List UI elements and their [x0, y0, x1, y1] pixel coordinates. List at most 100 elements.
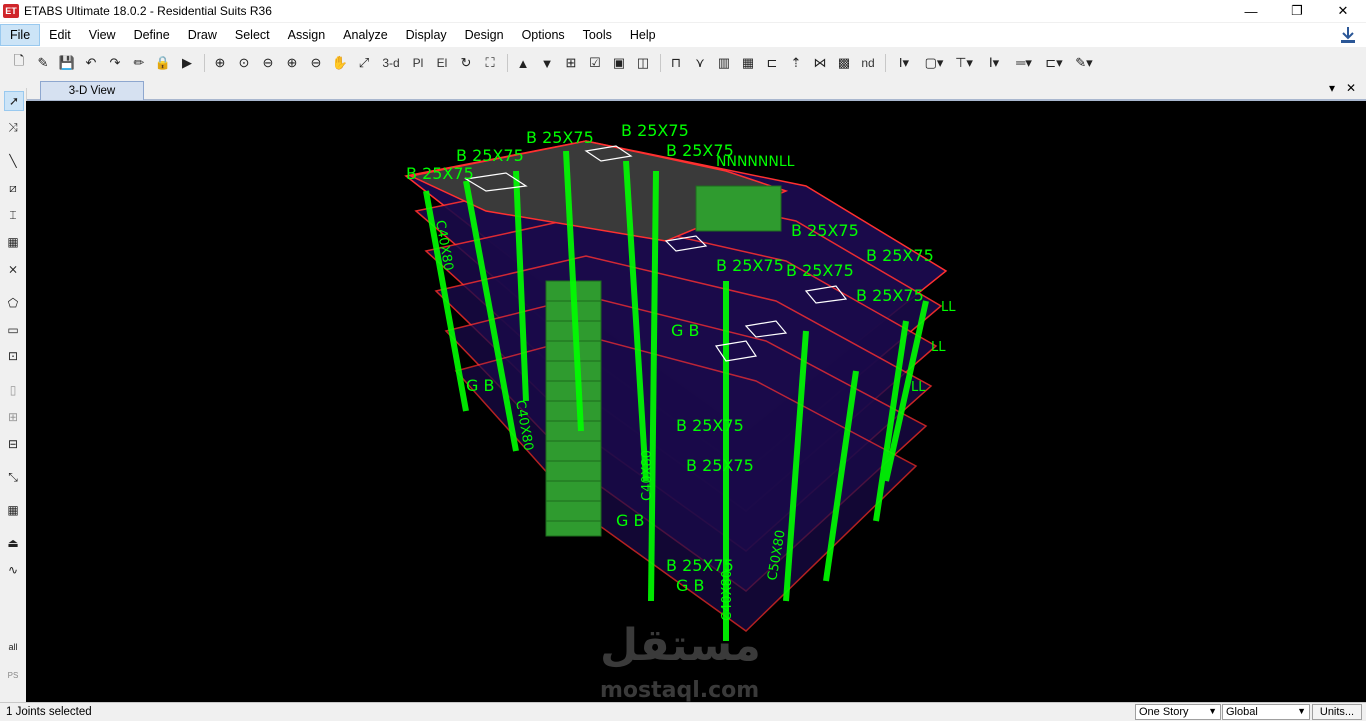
select-all-button[interactable]: all — [4, 638, 22, 656]
assign-icon[interactable]: ▣ — [608, 52, 630, 74]
menu-select[interactable]: Select — [226, 24, 279, 46]
grade-beam-label: G B — [676, 576, 704, 595]
minimize-button[interactable]: — — [1228, 0, 1274, 22]
column-dropdown-icon[interactable]: I▾ — [890, 52, 918, 74]
previous-selection-button[interactable]: PS — [4, 666, 22, 684]
menu-tools[interactable]: Tools — [574, 24, 621, 46]
story-select-value: One Story — [1139, 706, 1189, 718]
grade-beam-label: G B — [616, 511, 644, 530]
save-icon[interactable]: 💾 — [56, 52, 78, 74]
menu-file[interactable]: File — [0, 24, 41, 46]
pan-icon[interactable]: ✋ — [329, 52, 351, 74]
menu-view[interactable]: View — [80, 24, 125, 46]
wall-label: LL — [911, 380, 926, 395]
wall-label: LL — [941, 300, 956, 315]
draw-column-icon[interactable]: ⌶ — [4, 206, 22, 224]
rotate-3d-view-icon[interactable]: ↻ — [455, 52, 477, 74]
draw-opening-icon[interactable]: ⊟ — [4, 435, 22, 453]
menu-edit[interactable]: Edit — [40, 24, 80, 46]
draw-section-cut-icon[interactable]: ⇡ — [785, 52, 807, 74]
pointer-select-icon[interactable]: ➚ — [4, 91, 24, 111]
draw-line-icon[interactable]: ╲ — [4, 152, 22, 170]
draw-wall-icon[interactable]: ▥ — [713, 52, 735, 74]
draw-dimension-icon[interactable]: ⋈ — [809, 52, 831, 74]
draw-link-icon[interactable]: ⊏ — [761, 52, 783, 74]
draw-polygon-area-icon[interactable]: ⬠ — [4, 294, 22, 312]
move-up-icon[interactable]: ▲ — [512, 52, 534, 74]
column-label: C40X80 — [720, 570, 735, 621]
rubber-band-zoom-icon[interactable]: ⊕ — [209, 52, 231, 74]
tab-3d-view[interactable]: 3-D View — [40, 81, 144, 100]
wall-label: LL — [931, 340, 946, 355]
area-dropdown-icon[interactable]: ▢▾ — [920, 52, 948, 74]
draw-brace-icon[interactable]: ⋎ — [689, 52, 711, 74]
object-shrink-icon[interactable]: ⊞ — [560, 52, 582, 74]
restore-button[interactable]: ❐ — [1274, 0, 1320, 22]
toolbar-separator — [204, 54, 205, 72]
beam-label: B 25X75 — [791, 221, 859, 240]
menu-design[interactable]: Design — [456, 24, 513, 46]
draw-link-left-icon[interactable]: ⤡ — [4, 468, 22, 486]
redo-icon[interactable]: ↷ — [104, 52, 126, 74]
pier-dropdown-icon[interactable]: Ⅰ▾ — [980, 52, 1008, 74]
3d-model-viewport[interactable]: B 25X75 B 25X75 B 25X75 B 25X75 B 25X75 … — [26, 101, 1366, 702]
reshape-icon[interactable]: ⤨ — [4, 118, 22, 136]
draw-wall-left-icon[interactable]: ▯ — [4, 381, 22, 399]
draw-brace-left-icon[interactable]: ⨯ — [4, 260, 22, 278]
quick-draw-icon[interactable]: ▩ — [833, 52, 855, 74]
menu-help[interactable]: Help — [621, 24, 665, 46]
measure-icon[interactable]: ⤢ — [353, 52, 375, 74]
menu-assign[interactable]: Assign — [279, 24, 335, 46]
draw-grid-icon[interactable]: ▦ — [4, 501, 22, 519]
units-button[interactable]: Units... — [1312, 704, 1362, 720]
close-view-icon[interactable]: ✕ — [1346, 81, 1356, 95]
run-analysis-icon[interactable]: ▶ — [176, 52, 198, 74]
draw-section-cut-left-icon[interactable]: ⏏ — [4, 534, 22, 552]
select-intersecting-icon[interactable]: ⧄ — [4, 179, 22, 197]
section-dropdown-icon[interactable]: ⊏▾ — [1040, 52, 1068, 74]
perspective-toggle-icon[interactable]: ⛶ — [479, 52, 501, 74]
undo-icon[interactable]: ↶ — [80, 52, 102, 74]
beam-label: B 25X75 — [406, 164, 474, 183]
restore-full-view-icon[interactable]: ⊙ — [233, 52, 255, 74]
download-icon[interactable] — [1340, 26, 1356, 44]
new-model-icon[interactable]: 🗋 — [8, 52, 30, 74]
nd-button[interactable]: nd — [857, 52, 879, 74]
menu-define[interactable]: Define — [125, 24, 179, 46]
view-tab-bar: 3-D View ▾ ✕ — [26, 79, 1366, 101]
draw-tendon-icon[interactable]: ∿ — [4, 561, 22, 579]
column-label: C40X80 — [640, 450, 655, 501]
menu-draw[interactable]: Draw — [179, 24, 226, 46]
story-select[interactable]: One Story ▼ — [1135, 704, 1221, 720]
menu-display[interactable]: Display — [397, 24, 456, 46]
beam-dropdown-icon[interactable]: ⊤▾ — [950, 52, 978, 74]
set-3d-view-button[interactable]: 3-d — [377, 52, 405, 74]
restore-previous-zoom-icon[interactable]: ⊖ — [257, 52, 279, 74]
draw-wall-stack-icon[interactable]: ▦ — [737, 52, 759, 74]
refresh-window-icon[interactable]: ✏ — [128, 52, 150, 74]
move-down-icon[interactable]: ▼ — [536, 52, 558, 74]
zoom-out-icon[interactable]: ⊖ — [305, 52, 327, 74]
grade-beam-label: G B — [671, 321, 699, 340]
draw-frame-icon[interactable]: ⊓ — [665, 52, 687, 74]
menu-options[interactable]: Options — [513, 24, 574, 46]
draw-rect-area-icon[interactable]: ▭ — [4, 321, 22, 339]
coordinate-system-select[interactable]: Global ▼ — [1222, 704, 1310, 720]
extrude-icon[interactable]: ◫ — [632, 52, 654, 74]
menu-analyze[interactable]: Analyze — [334, 24, 396, 46]
open-model-icon[interactable]: ✎ — [32, 52, 54, 74]
toolbar-separator — [507, 54, 508, 72]
tab-list-dropdown-icon[interactable]: ▾ — [1329, 81, 1335, 95]
draw-beam-icon[interactable]: ▦ — [4, 233, 22, 251]
building-model-drawing: B 25X75 B 25X75 B 25X75 B 25X75 B 25X75 … — [404, 121, 956, 641]
set-plan-view-button[interactable]: Pl — [407, 52, 429, 74]
zoom-in-icon[interactable]: ⊕ — [281, 52, 303, 74]
quick-draw-wall-icon[interactable]: ⊞ — [4, 408, 22, 426]
lock-icon[interactable]: 🔒 — [152, 52, 174, 74]
draw-style-dropdown-icon[interactable]: ✎▾ — [1070, 52, 1098, 74]
line-style-dropdown-icon[interactable]: ═▾ — [1010, 52, 1038, 74]
set-display-options-icon[interactable]: ☑ — [584, 52, 606, 74]
close-button[interactable]: ✕ — [1320, 0, 1366, 22]
quick-draw-area-icon[interactable]: ⊡ — [4, 347, 22, 365]
set-elevation-view-button[interactable]: El — [431, 52, 453, 74]
